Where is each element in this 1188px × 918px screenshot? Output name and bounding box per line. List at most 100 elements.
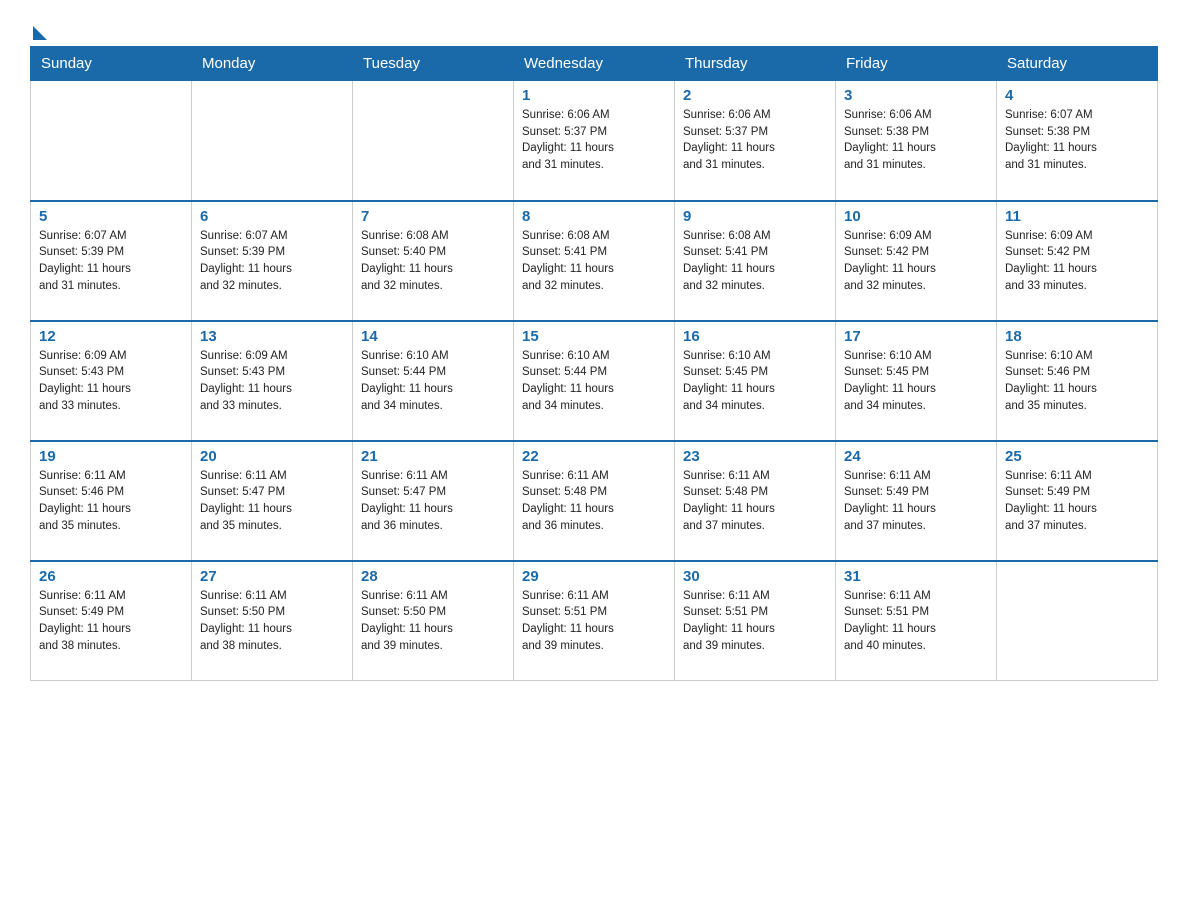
calendar-week-row: 5 Sunrise: 6:07 AM Sunset: 5:39 PM Daylig… <box>31 201 1158 321</box>
calendar-cell <box>353 81 514 201</box>
day-info: Sunrise: 6:08 AM Sunset: 5:41 PM Dayligh… <box>522 228 666 295</box>
calendar-header-thursday: Thursday <box>675 47 836 81</box>
calendar-header-saturday: Saturday <box>997 47 1158 81</box>
calendar-header-monday: Monday <box>192 47 353 81</box>
calendar-cell: 13 Sunrise: 6:09 AM Sunset: 5:43 PM Dayli… <box>192 321 353 441</box>
day-number: 28 <box>361 568 505 585</box>
day-info: Sunrise: 6:09 AM Sunset: 5:42 PM Dayligh… <box>1005 228 1149 295</box>
day-info: Sunrise: 6:07 AM Sunset: 5:39 PM Dayligh… <box>39 228 183 295</box>
day-number: 9 <box>683 208 827 225</box>
calendar-cell: 12 Sunrise: 6:09 AM Sunset: 5:43 PM Dayli… <box>31 321 192 441</box>
calendar-week-row: 26 Sunrise: 6:11 AM Sunset: 5:49 PM Dayli… <box>31 561 1158 681</box>
day-info: Sunrise: 6:11 AM Sunset: 5:48 PM Dayligh… <box>522 468 666 535</box>
day-info: Sunrise: 6:09 AM Sunset: 5:43 PM Dayligh… <box>39 348 183 415</box>
calendar-cell: 11 Sunrise: 6:09 AM Sunset: 5:42 PM Dayli… <box>997 201 1158 321</box>
calendar-cell: 16Sunrise: 6:10 AM Sunset: 5:45 PM Dayli… <box>675 321 836 441</box>
calendar-header-sunday: Sunday <box>31 47 192 81</box>
calendar-cell: 9 Sunrise: 6:08 AM Sunset: 5:41 PM Daylig… <box>675 201 836 321</box>
day-number: 23 <box>683 448 827 465</box>
day-number: 18 <box>1005 328 1149 345</box>
calendar-cell: 19 Sunrise: 6:11 AM Sunset: 5:46 PM Dayli… <box>31 441 192 561</box>
calendar-week-row: 1 Sunrise: 6:06 AM Sunset: 5:37 PM Daylig… <box>31 81 1158 201</box>
calendar-cell <box>192 81 353 201</box>
day-number: 6 <box>200 208 344 225</box>
day-info: Sunrise: 6:10 AM Sunset: 5:45 PM Dayligh… <box>683 348 827 415</box>
day-number: 3 <box>844 87 988 104</box>
calendar-cell: 5 Sunrise: 6:07 AM Sunset: 5:39 PM Daylig… <box>31 201 192 321</box>
day-number: 22 <box>522 448 666 465</box>
calendar-cell: 17Sunrise: 6:10 AM Sunset: 5:45 PM Dayli… <box>836 321 997 441</box>
calendar-cell: 24Sunrise: 6:11 AM Sunset: 5:49 PM Dayli… <box>836 441 997 561</box>
day-number: 8 <box>522 208 666 225</box>
day-number: 5 <box>39 208 183 225</box>
day-info: Sunrise: 6:11 AM Sunset: 5:49 PM Dayligh… <box>39 588 183 655</box>
day-info: Sunrise: 6:06 AM Sunset: 5:37 PM Dayligh… <box>522 107 666 174</box>
calendar-header-wednesday: Wednesday <box>514 47 675 81</box>
day-number: 27 <box>200 568 344 585</box>
day-info: Sunrise: 6:07 AM Sunset: 5:38 PM Dayligh… <box>1005 107 1149 174</box>
day-number: 20 <box>200 448 344 465</box>
calendar-week-row: 12 Sunrise: 6:09 AM Sunset: 5:43 PM Dayli… <box>31 321 1158 441</box>
calendar-cell: 4Sunrise: 6:07 AM Sunset: 5:38 PM Daylig… <box>997 81 1158 201</box>
calendar-cell: 1 Sunrise: 6:06 AM Sunset: 5:37 PM Daylig… <box>514 81 675 201</box>
calendar-header-tuesday: Tuesday <box>353 47 514 81</box>
day-info: Sunrise: 6:10 AM Sunset: 5:46 PM Dayligh… <box>1005 348 1149 415</box>
day-info: Sunrise: 6:11 AM Sunset: 5:51 PM Dayligh… <box>522 588 666 655</box>
day-info: Sunrise: 6:10 AM Sunset: 5:44 PM Dayligh… <box>522 348 666 415</box>
calendar-cell: 20 Sunrise: 6:11 AM Sunset: 5:47 PM Dayli… <box>192 441 353 561</box>
calendar-cell: 21 Sunrise: 6:11 AM Sunset: 5:47 PM Dayli… <box>353 441 514 561</box>
calendar-cell: 26 Sunrise: 6:11 AM Sunset: 5:49 PM Dayli… <box>31 561 192 681</box>
day-info: Sunrise: 6:06 AM Sunset: 5:37 PM Dayligh… <box>683 107 827 174</box>
day-number: 1 <box>522 87 666 104</box>
day-info: Sunrise: 6:11 AM Sunset: 5:50 PM Dayligh… <box>361 588 505 655</box>
day-number: 13 <box>200 328 344 345</box>
day-number: 7 <box>361 208 505 225</box>
calendar-week-row: 19 Sunrise: 6:11 AM Sunset: 5:46 PM Dayli… <box>31 441 1158 561</box>
day-info: Sunrise: 6:11 AM Sunset: 5:47 PM Dayligh… <box>361 468 505 535</box>
day-number: 17 <box>844 328 988 345</box>
day-info: Sunrise: 6:11 AM Sunset: 5:51 PM Dayligh… <box>683 588 827 655</box>
calendar-cell: 7 Sunrise: 6:08 AM Sunset: 5:40 PM Daylig… <box>353 201 514 321</box>
day-number: 19 <box>39 448 183 465</box>
day-info: Sunrise: 6:11 AM Sunset: 5:46 PM Dayligh… <box>39 468 183 535</box>
day-number: 31 <box>844 568 988 585</box>
day-number: 25 <box>1005 448 1149 465</box>
day-info: Sunrise: 6:10 AM Sunset: 5:44 PM Dayligh… <box>361 348 505 415</box>
calendar-cell: 25Sunrise: 6:11 AM Sunset: 5:49 PM Dayli… <box>997 441 1158 561</box>
day-number: 30 <box>683 568 827 585</box>
day-info: Sunrise: 6:11 AM Sunset: 5:49 PM Dayligh… <box>844 468 988 535</box>
calendar-header-row: SundayMondayTuesdayWednesdayThursdayFrid… <box>31 47 1158 81</box>
logo-arrow-icon <box>33 26 47 40</box>
day-info: Sunrise: 6:08 AM Sunset: 5:40 PM Dayligh… <box>361 228 505 295</box>
calendar-cell <box>997 561 1158 681</box>
calendar-cell: 31Sunrise: 6:11 AM Sunset: 5:51 PM Dayli… <box>836 561 997 681</box>
day-number: 15 <box>522 328 666 345</box>
calendar-table: SundayMondayTuesdayWednesdayThursdayFrid… <box>30 46 1158 681</box>
day-number: 12 <box>39 328 183 345</box>
day-info: Sunrise: 6:11 AM Sunset: 5:47 PM Dayligh… <box>200 468 344 535</box>
calendar-cell: 14Sunrise: 6:10 AM Sunset: 5:44 PM Dayli… <box>353 321 514 441</box>
logo <box>30 20 47 36</box>
day-info: Sunrise: 6:11 AM Sunset: 5:50 PM Dayligh… <box>200 588 344 655</box>
day-info: Sunrise: 6:11 AM Sunset: 5:48 PM Dayligh… <box>683 468 827 535</box>
day-info: Sunrise: 6:06 AM Sunset: 5:38 PM Dayligh… <box>844 107 988 174</box>
day-number: 2 <box>683 87 827 104</box>
day-number: 11 <box>1005 208 1149 225</box>
calendar-cell <box>31 81 192 201</box>
day-info: Sunrise: 6:08 AM Sunset: 5:41 PM Dayligh… <box>683 228 827 295</box>
day-info: Sunrise: 6:07 AM Sunset: 5:39 PM Dayligh… <box>200 228 344 295</box>
calendar-cell: 28 Sunrise: 6:11 AM Sunset: 5:50 PM Dayli… <box>353 561 514 681</box>
day-number: 21 <box>361 448 505 465</box>
day-info: Sunrise: 6:09 AM Sunset: 5:42 PM Dayligh… <box>844 228 988 295</box>
day-number: 10 <box>844 208 988 225</box>
calendar-cell: 18 Sunrise: 6:10 AM Sunset: 5:46 PM Dayli… <box>997 321 1158 441</box>
day-number: 26 <box>39 568 183 585</box>
day-info: Sunrise: 6:09 AM Sunset: 5:43 PM Dayligh… <box>200 348 344 415</box>
calendar-cell: 22 Sunrise: 6:11 AM Sunset: 5:48 PM Dayli… <box>514 441 675 561</box>
calendar-cell: 23 Sunrise: 6:11 AM Sunset: 5:48 PM Dayli… <box>675 441 836 561</box>
calendar-cell: 2 Sunrise: 6:06 AM Sunset: 5:37 PM Daylig… <box>675 81 836 201</box>
calendar-header-friday: Friday <box>836 47 997 81</box>
day-number: 29 <box>522 568 666 585</box>
calendar-cell: 30 Sunrise: 6:11 AM Sunset: 5:51 PM Dayli… <box>675 561 836 681</box>
calendar-cell: 10 Sunrise: 6:09 AM Sunset: 5:42 PM Dayli… <box>836 201 997 321</box>
